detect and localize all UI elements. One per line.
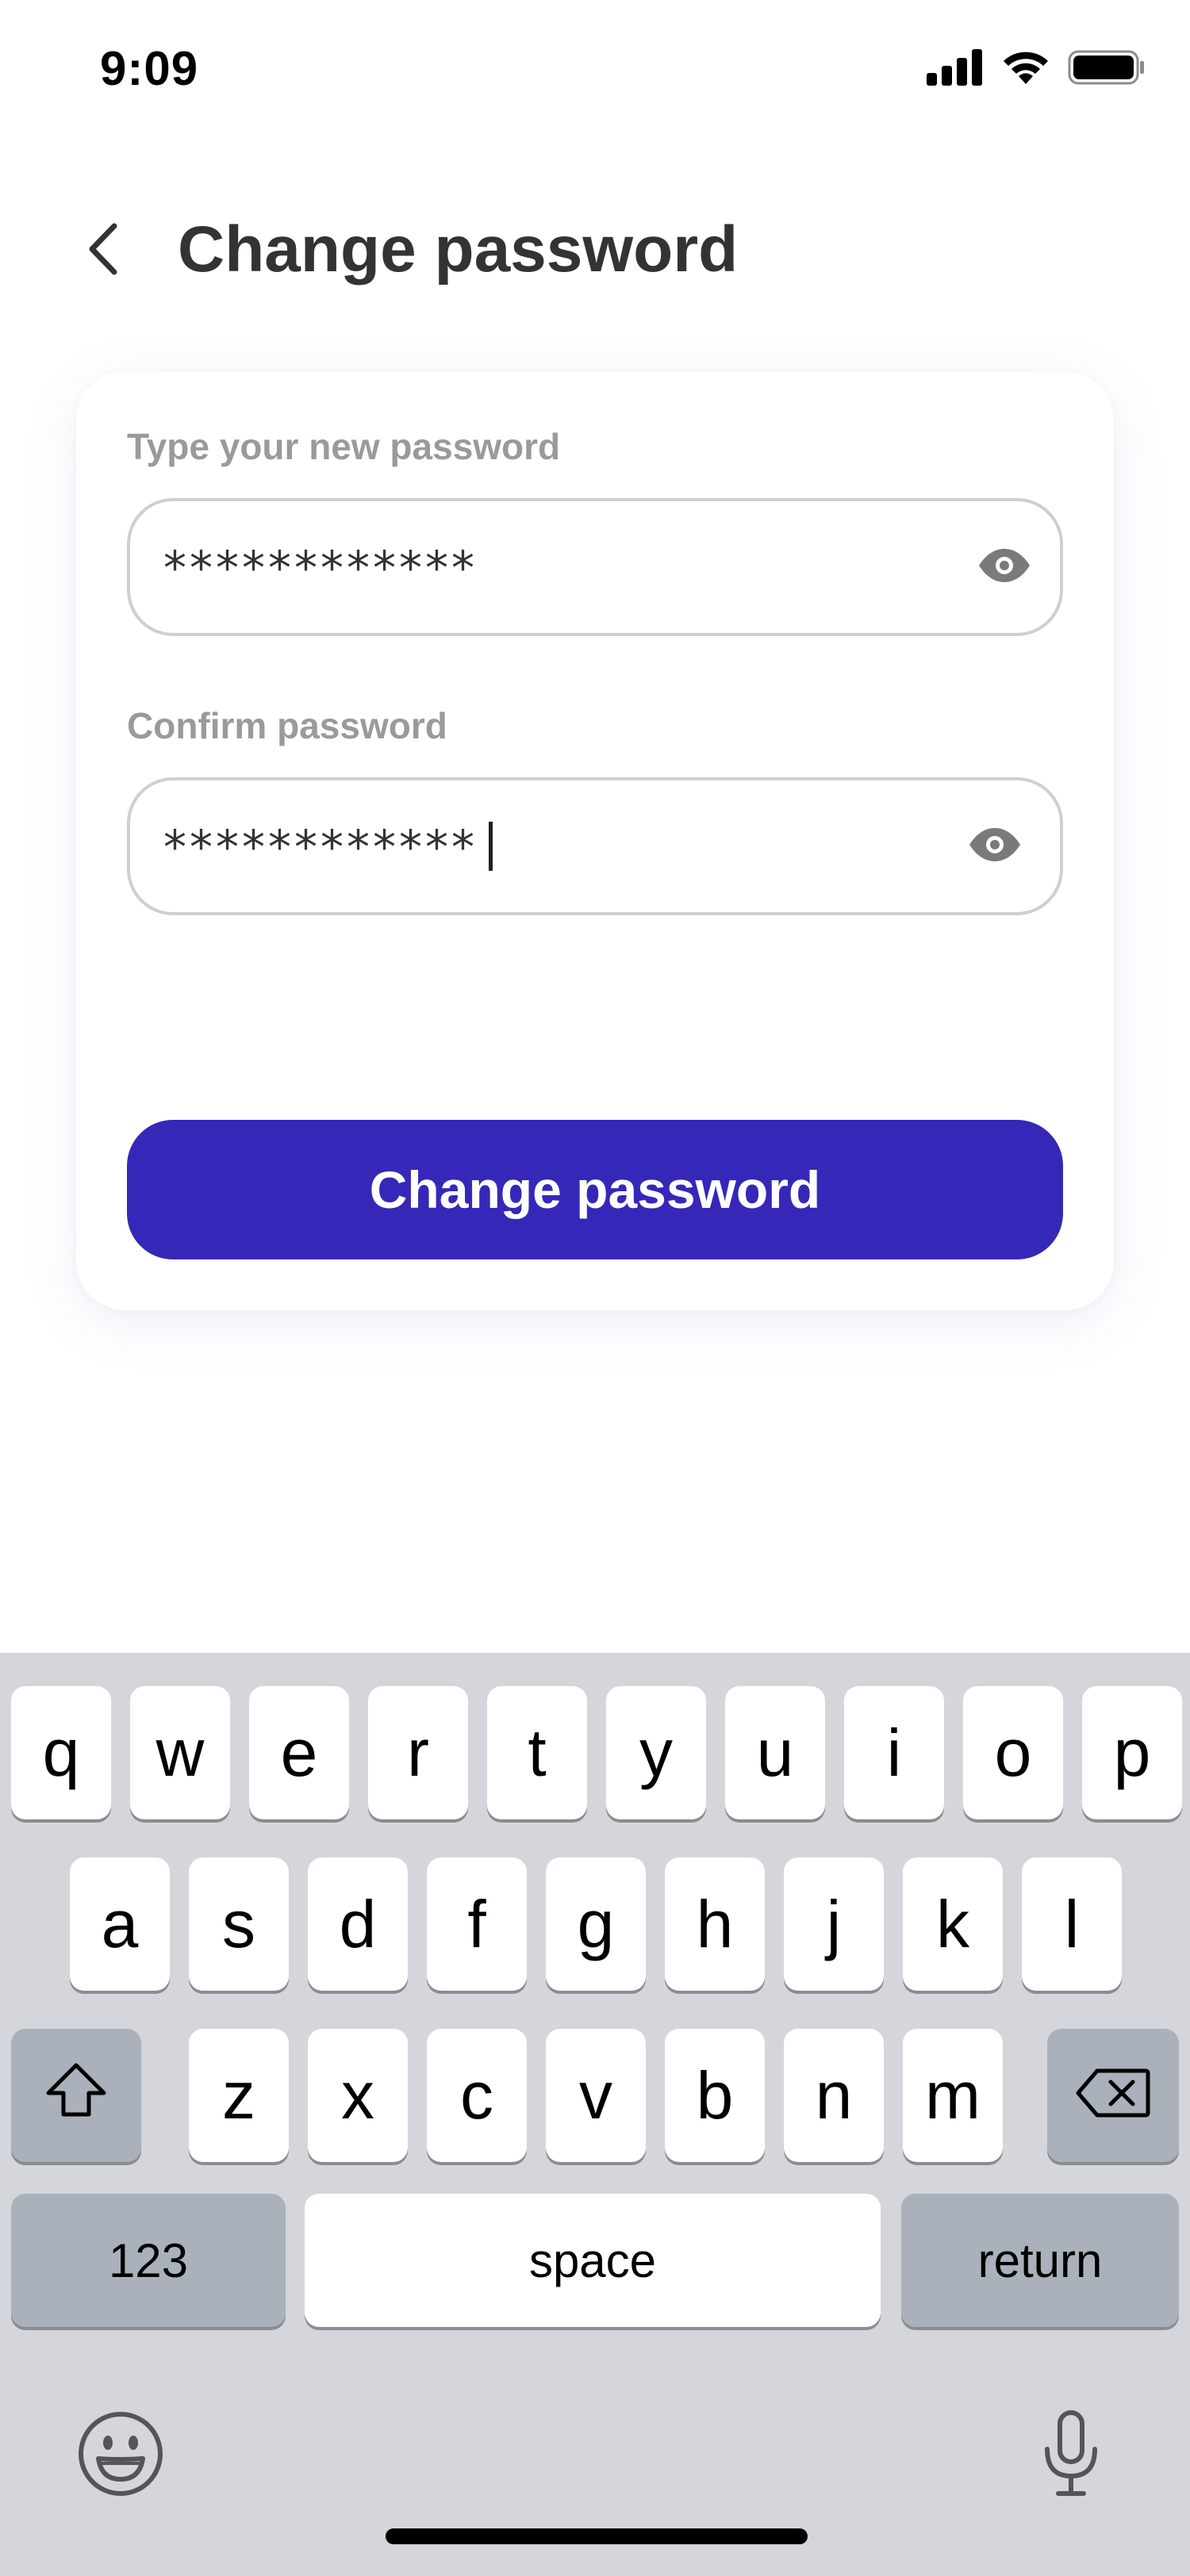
eye-icon: [968, 827, 1022, 866]
emoji-button[interactable]: [71, 2406, 170, 2505]
microphone-icon: [1042, 2409, 1100, 2502]
key-l[interactable]: l: [1022, 1857, 1122, 1991]
key-label: y: [639, 1715, 673, 1790]
key-label: q: [42, 1715, 80, 1790]
key-label: l: [1064, 1887, 1080, 1961]
key-w[interactable]: w: [130, 1686, 230, 1819]
key-j[interactable]: j: [784, 1857, 884, 1991]
key-r[interactable]: r: [368, 1686, 468, 1819]
key-d[interactable]: d: [308, 1857, 408, 1991]
confirm-password-label: Confirm password: [127, 705, 447, 746]
key-label: x: [341, 2058, 374, 2133]
key-u[interactable]: u: [725, 1686, 825, 1819]
new-password-label: Type your new password: [127, 426, 561, 467]
home-indicator: [386, 2528, 808, 2544]
key-z[interactable]: z: [189, 2029, 289, 2162]
key-label: c: [460, 2058, 493, 2133]
key-q[interactable]: q: [11, 1686, 111, 1819]
status-icons: [927, 49, 1146, 90]
key-label: i: [886, 1715, 902, 1790]
key-a[interactable]: a: [70, 1857, 170, 1991]
key-x[interactable]: x: [308, 2029, 408, 2162]
header: Change password: [0, 190, 1190, 309]
key-c[interactable]: c: [427, 2029, 527, 2162]
key-label: t: [528, 1715, 547, 1790]
key-n[interactable]: n: [784, 2029, 884, 2162]
key-k[interactable]: k: [903, 1857, 1003, 1991]
toggle-visibility-button[interactable]: [966, 818, 1023, 875]
shift-icon: [44, 2057, 108, 2134]
new-password-field[interactable]: ************: [127, 498, 1063, 636]
key-label: s: [222, 1887, 255, 1961]
key-v[interactable]: v: [546, 2029, 646, 2162]
key-label: r: [407, 1715, 429, 1790]
cellular-signal-icon: [927, 49, 984, 90]
key-label: v: [579, 2058, 612, 2133]
confirm-password-value: ************: [163, 820, 493, 874]
key-o[interactable]: o: [963, 1686, 1063, 1819]
space-key[interactable]: space: [305, 2194, 881, 2327]
wifi-icon: [1001, 49, 1050, 90]
key-label: e: [280, 1715, 318, 1790]
key-label: u: [756, 1715, 794, 1790]
key-h[interactable]: h: [665, 1857, 765, 1991]
key-t[interactable]: t: [487, 1686, 587, 1819]
dictation-button[interactable]: [1022, 2406, 1120, 2505]
key-label: o: [994, 1715, 1032, 1790]
key-label: f: [467, 1887, 486, 1961]
key-label: h: [696, 1887, 734, 1961]
key-e[interactable]: e: [249, 1686, 349, 1819]
battery-icon: [1068, 49, 1146, 90]
back-button[interactable]: [71, 219, 135, 282]
backspace-icon: [1076, 2057, 1150, 2134]
key-label: w: [155, 1715, 205, 1790]
key-i[interactable]: i: [844, 1686, 944, 1819]
key-p[interactable]: p: [1082, 1686, 1182, 1819]
numbers-key[interactable]: 123: [11, 2194, 286, 2327]
key-y[interactable]: y: [606, 1686, 706, 1819]
toggle-visibility-button[interactable]: [976, 539, 1033, 596]
eye-icon: [977, 548, 1031, 587]
key-label: k: [936, 1887, 969, 1961]
status-time: 9:09: [100, 42, 199, 95]
key-f[interactable]: f: [427, 1857, 527, 1991]
key-label: b: [696, 2058, 734, 2133]
key-label: n: [815, 2058, 853, 2133]
key-b[interactable]: b: [665, 2029, 765, 2162]
key-s[interactable]: s: [189, 1857, 289, 1991]
key-label: d: [339, 1887, 377, 1961]
text-caret: [489, 821, 493, 871]
new-password-value: ************: [163, 541, 478, 595]
status-bar: 9:09: [0, 0, 1190, 143]
keyboard: qwe r t y u i o p a s d f g h j k l z x c v b nm 123 space r…: [0, 1653, 1190, 2576]
key-label: g: [577, 1887, 615, 1961]
key-label: p: [1113, 1715, 1151, 1790]
delete-key[interactable]: [1047, 2029, 1179, 2162]
key-label: j: [826, 1887, 842, 1961]
key-m[interactable]: m: [903, 2029, 1003, 2162]
return-key[interactable]: return: [901, 2194, 1179, 2327]
key-g[interactable]: g: [546, 1857, 646, 1991]
change-password-button[interactable]: Change password: [127, 1120, 1063, 1259]
password-card: Type your new password ************ Conf…: [76, 371, 1114, 1310]
confirm-password-field[interactable]: ************: [127, 777, 1063, 915]
shift-key[interactable]: [11, 2029, 141, 2162]
emoji-icon: [76, 2409, 165, 2502]
key-label: m: [925, 2058, 981, 2133]
key-label: z: [222, 2058, 255, 2133]
chevron-left-icon: [86, 221, 121, 281]
key-label: a: [101, 1887, 139, 1961]
page-title: Change password: [178, 213, 739, 286]
